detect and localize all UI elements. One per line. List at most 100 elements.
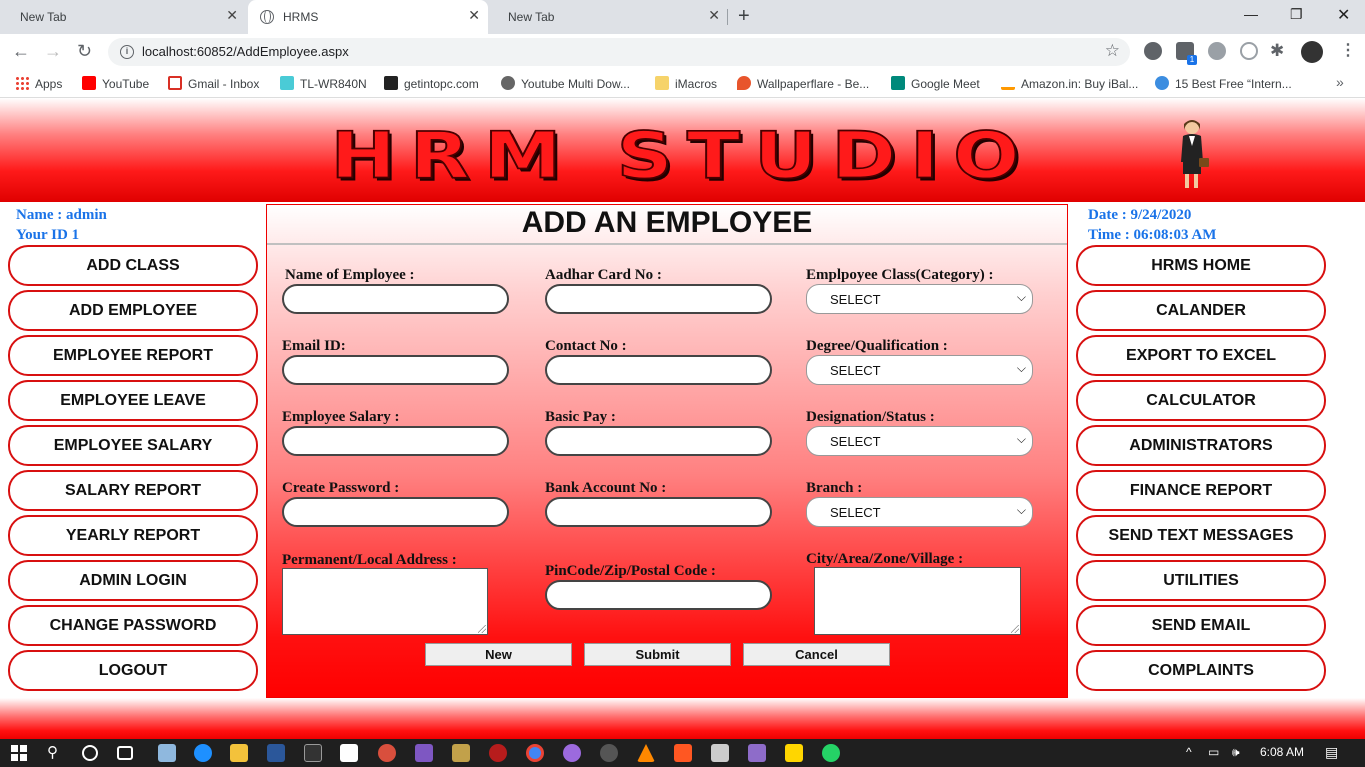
search-icon[interactable]: ⚲ [47, 743, 58, 761]
restore-icon[interactable]: ❐ [1290, 6, 1303, 23]
visual-studio-icon[interactable] [415, 744, 433, 762]
bookmark-tl-wr840n[interactable]: TL-WR840N [280, 76, 367, 91]
word-icon[interactable] [267, 744, 285, 762]
degree-select[interactable]: SELECT ⌵ [806, 355, 1033, 385]
taskbar-clock[interactable]: 6:08 AM [1260, 745, 1304, 759]
file-explorer-icon[interactable] [230, 744, 248, 762]
bookmark-star-icon[interactable]: ☆ [1105, 41, 1120, 61]
designation-select[interactable]: SELECT ⌵ [806, 426, 1033, 456]
tools-app-icon[interactable] [452, 744, 470, 762]
vlc-icon[interactable] [637, 744, 655, 762]
browser-menu-icon[interactable]: ⋮ [1340, 40, 1356, 60]
whatsapp-icon[interactable] [822, 744, 840, 762]
notifications-icon[interactable]: ▤ [1325, 744, 1338, 761]
notepad-app-icon[interactable] [158, 744, 176, 762]
bookmark-imacros[interactable]: iMacros [655, 76, 717, 91]
bookmark-youtube-multi[interactable]: Youtube Multi Dow... [501, 76, 630, 91]
employee-leave-button[interactable]: EMPLOYEE LEAVE [8, 380, 258, 421]
profile-avatar[interactable] [1301, 41, 1323, 63]
email-input[interactable] [282, 355, 509, 385]
info-icon[interactable]: i [120, 45, 134, 59]
circle-extension-icon[interactable] [1240, 42, 1258, 60]
add-class-button[interactable]: ADD CLASS [8, 245, 258, 286]
complaints-button[interactable]: COMPLAINTS [1076, 650, 1326, 691]
calander-button[interactable]: CALANDER [1076, 290, 1326, 331]
network-icon[interactable]: ▭ [1208, 745, 1219, 759]
utilities-button[interactable]: UTILITIES [1076, 560, 1326, 601]
bookmark-wallpaperflare[interactable]: Wallpaperflare - Be... [737, 76, 869, 91]
submit-button[interactable]: Submit [584, 643, 731, 666]
app-icon[interactable] [674, 744, 692, 762]
close-icon[interactable]: ✕ [226, 7, 238, 24]
password-input[interactable] [282, 497, 509, 527]
send-email-button[interactable]: SEND EMAIL [1076, 605, 1326, 646]
resize-grip-icon[interactable] [478, 625, 486, 633]
logout-button[interactable]: LOGOUT [8, 650, 258, 691]
reload-icon[interactable]: ↻ [77, 41, 92, 62]
hrms-home-button[interactable]: HRMS HOME [1076, 245, 1326, 286]
app-icon[interactable] [340, 744, 358, 762]
windows-start-icon[interactable] [11, 745, 27, 761]
app-icon[interactable] [600, 744, 618, 762]
yearly-report-button[interactable]: YEARLY REPORT [8, 515, 258, 556]
bookmark-getintopc[interactable]: getintopc.com [384, 76, 479, 91]
more-bookmarks-icon[interactable]: » [1336, 74, 1344, 90]
task-view-icon[interactable] [117, 746, 133, 760]
change-password-button[interactable]: CHANGE PASSWORD [8, 605, 258, 646]
bookmark-15-best-free[interactable]: 15 Best Free “Intern... [1155, 76, 1292, 91]
new-button[interactable]: New [425, 643, 572, 666]
employee-class-select[interactable]: SELECT ⌵ [806, 284, 1033, 314]
finance-report-button[interactable]: FINANCE REPORT [1076, 470, 1326, 511]
send-text-messages-button[interactable]: SEND TEXT MESSAGES [1076, 515, 1326, 556]
forward-icon[interactable]: → [44, 41, 62, 62]
salary-report-button[interactable]: SALARY REPORT [8, 470, 258, 511]
pen-app-icon[interactable] [748, 744, 766, 762]
pincode-input[interactable] [545, 580, 772, 610]
extensions-puzzle-icon[interactable]: ✱ [1270, 41, 1284, 61]
new-tab-button[interactable]: + [738, 5, 750, 28]
aadhar-input[interactable] [545, 284, 772, 314]
bank-account-input[interactable] [545, 497, 772, 527]
browser-tab-new-tab-2[interactable]: New Tab ✕ [488, 0, 728, 34]
cancel-button[interactable]: Cancel [743, 643, 890, 666]
shield-extension-icon[interactable] [1208, 42, 1226, 60]
minimize-icon[interactable]: — [1244, 6, 1258, 22]
contact-input[interactable] [545, 355, 772, 385]
salary-input[interactable] [282, 426, 509, 456]
city-textarea[interactable] [814, 567, 1021, 635]
add-employee-button[interactable]: ADD EMPLOYEE [8, 290, 258, 331]
close-icon[interactable]: ✕ [708, 7, 720, 24]
app-icon[interactable] [563, 744, 581, 762]
employee-salary-button[interactable]: EMPLOYEE SALARY [8, 425, 258, 466]
calculator-button[interactable]: CALCULATOR [1076, 380, 1326, 421]
volume-icon[interactable]: 🕪 [1232, 745, 1240, 760]
sticky-notes-icon[interactable] [785, 744, 803, 762]
admin-login-button[interactable]: ADMIN LOGIN [8, 560, 258, 601]
administrators-button[interactable]: ADMINISTRATORS [1076, 425, 1326, 466]
app-icon[interactable] [489, 744, 507, 762]
app-icon[interactable] [304, 744, 322, 762]
basic-pay-input[interactable] [545, 426, 772, 456]
bookmark-gmail[interactable]: Gmail - Inbox [168, 76, 259, 91]
bookmark-apps[interactable]: Apps [15, 76, 62, 91]
paint-icon[interactable] [378, 744, 396, 762]
export-to-excel-button[interactable]: EXPORT TO EXCEL [1076, 335, 1326, 376]
bookmark-google-meet[interactable]: Google Meet [891, 76, 980, 91]
chevron-up-icon[interactable]: ^ [1186, 745, 1192, 759]
back-icon[interactable]: ← [12, 41, 30, 62]
employee-name-input[interactable] [282, 284, 509, 314]
close-icon[interactable]: ✕ [468, 7, 480, 24]
employee-report-button[interactable]: EMPLOYEE REPORT [8, 335, 258, 376]
address-bar[interactable]: i localhost:60852/AddEmployee.aspx ☆ [108, 38, 1130, 66]
settings-extension-icon[interactable] [1144, 42, 1162, 60]
chrome-icon[interactable] [526, 744, 544, 762]
resize-grip-icon[interactable] [1011, 625, 1019, 633]
browser-tab-new-tab-1[interactable]: New Tab ✕ [0, 0, 246, 34]
bookmark-youtube[interactable]: YouTube [82, 76, 149, 91]
bookmark-amazon[interactable]: Amazon.in: Buy iBal... [1001, 76, 1138, 91]
browser-tab-hrms[interactable]: HRMS ✕ [248, 0, 488, 34]
address-textarea[interactable] [282, 568, 488, 635]
calculator-icon[interactable] [711, 744, 729, 762]
cortana-icon[interactable] [82, 745, 98, 761]
branch-select[interactable]: SELECT ⌵ [806, 497, 1033, 527]
